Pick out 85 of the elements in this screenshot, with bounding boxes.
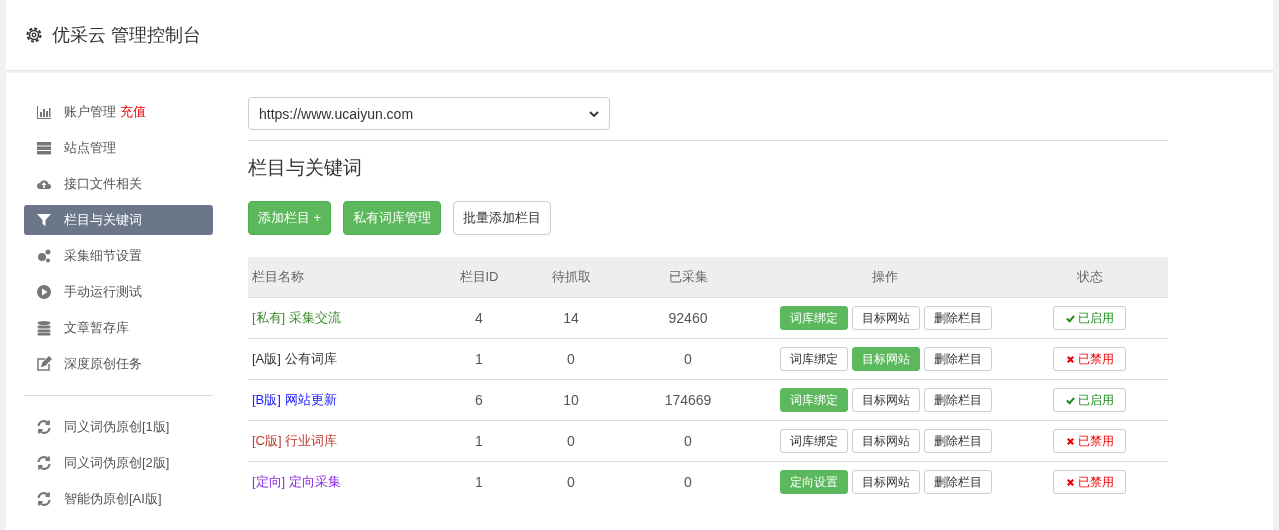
sidebar-item[interactable]: 接口文件相关 xyxy=(24,169,213,199)
status-button[interactable]: 已启用 xyxy=(1053,388,1126,412)
section-title: 栏目与关键词 xyxy=(248,156,363,180)
row-action-button[interactable]: 目标网站 xyxy=(852,388,920,412)
status-button[interactable]: 已启用 xyxy=(1053,306,1126,330)
table-cell: 1 xyxy=(475,433,483,449)
toolbar-button[interactable]: 批量添加栏目 xyxy=(453,201,552,235)
sidebar-item[interactable]: 手动运行测试 xyxy=(24,277,213,307)
column-name: [B版] 网站更新 xyxy=(252,392,337,407)
column-header: 已采集 xyxy=(617,257,759,298)
column-name: [C版] 行业词库 xyxy=(252,433,338,448)
sidebar-item-label: 同义词伪原创[1版] xyxy=(64,418,170,436)
sidebar-item[interactable]: 同义词伪原创[2版] xyxy=(24,448,213,478)
settings-icon xyxy=(24,25,44,45)
recharge-link[interactable]: 充值 xyxy=(120,103,146,121)
sidebar-item-label: 账户管理 xyxy=(64,103,116,121)
sidebar-item[interactable]: 采集细节设置 xyxy=(24,241,213,271)
column-header: 操作 xyxy=(759,257,1011,298)
sidebar-item-label: 栏目与关键词 xyxy=(64,211,142,229)
refresh-icon xyxy=(36,455,52,471)
cross-icon xyxy=(1065,436,1075,446)
check-icon xyxy=(1065,313,1075,323)
status-button[interactable]: 已禁用 xyxy=(1053,347,1126,371)
table-cell: 0 xyxy=(567,474,575,490)
column-name: [定向] 定向采集 xyxy=(252,474,341,489)
row-action-button[interactable]: 删除栏目 xyxy=(924,306,992,330)
check-icon xyxy=(1065,395,1075,405)
table-cell: 1 xyxy=(475,474,483,490)
sidebar-item[interactable]: 栏目与关键词 xyxy=(24,205,213,235)
row-action-button[interactable]: 删除栏目 xyxy=(924,429,992,453)
row-action-button[interactable]: 删除栏目 xyxy=(924,347,992,371)
sidebar-item[interactable]: 文章暂存库 xyxy=(24,313,213,343)
sidebar-item[interactable]: 智能伪原创[AI版] xyxy=(24,484,213,514)
chevron-down-icon xyxy=(589,110,599,117)
table-cell: 92460 xyxy=(668,310,708,326)
sidebar-item-label: 手动运行测试 xyxy=(64,283,142,301)
sidebar-item-label: 深度原创任务 xyxy=(64,355,142,373)
row-action-button[interactable]: 词库绑定 xyxy=(780,429,848,453)
table-cell: 0 xyxy=(684,474,692,490)
row-action-button[interactable]: 目标网站 xyxy=(852,470,920,494)
table-cell: 6 xyxy=(475,392,483,408)
site-select[interactable]: https://www.ucaiyun.com xyxy=(248,97,610,130)
play-icon xyxy=(36,284,52,300)
sidebar-item-label: 智能伪原创[AI版] xyxy=(64,490,162,508)
status-button[interactable]: 已禁用 xyxy=(1053,429,1126,453)
refresh-icon xyxy=(36,491,52,507)
column-header: 待抓取 xyxy=(525,257,617,298)
row-action-button[interactable]: 删除栏目 xyxy=(924,470,992,494)
table-cell: 0 xyxy=(567,351,575,367)
row-action-button[interactable]: 目标网站 xyxy=(852,429,920,453)
row-action-button[interactable]: 目标网站 xyxy=(852,306,920,330)
chart-icon xyxy=(36,104,52,120)
table-cell: 174669 xyxy=(664,392,712,408)
status-button[interactable]: 已禁用 xyxy=(1053,470,1126,494)
table-cell: 0 xyxy=(684,351,692,367)
row-action-button[interactable]: 删除栏目 xyxy=(924,388,992,412)
sidebar-item[interactable]: 站点管理 xyxy=(24,133,213,163)
column-name: [A版] 公有词库 xyxy=(252,351,337,366)
column-header: 状态 xyxy=(1011,257,1168,298)
column-header: 栏目名称 xyxy=(248,257,433,298)
cross-icon xyxy=(1065,354,1075,364)
cross-icon xyxy=(1065,477,1075,487)
column-name: [私有] 采集交流 xyxy=(252,310,341,325)
console-title: 优采云 管理控制台 xyxy=(52,24,201,47)
database-icon xyxy=(36,320,52,336)
sidebar-item-label: 接口文件相关 xyxy=(64,175,142,193)
sidebar-item[interactable]: 同义词伪原创[1版] xyxy=(24,412,213,442)
filter-icon xyxy=(36,212,52,228)
table-cell: 0 xyxy=(567,433,575,449)
sidebar-item-label: 采集细节设置 xyxy=(64,247,142,265)
table-cell: 0 xyxy=(684,433,692,449)
sidebar-item[interactable]: 账户管理 充值 xyxy=(24,97,213,127)
sidebar-item[interactable]: 深度原创任务 xyxy=(24,349,213,379)
sidebar-item-label: 站点管理 xyxy=(64,139,116,157)
refresh-icon xyxy=(36,419,52,435)
edit-icon xyxy=(36,356,52,372)
sidebar-item-label: 同义词伪原创[2版] xyxy=(64,454,170,472)
server-icon xyxy=(36,140,52,156)
row-action-button[interactable]: 词库绑定 xyxy=(780,347,848,371)
column-header: 栏目ID xyxy=(433,257,525,298)
table-cell: 1 xyxy=(475,351,483,367)
sidebar-item-label: 文章暂存库 xyxy=(64,319,129,337)
table-cell: 4 xyxy=(475,310,483,326)
table-cell: 10 xyxy=(563,392,579,408)
table-cell: 14 xyxy=(563,310,579,326)
